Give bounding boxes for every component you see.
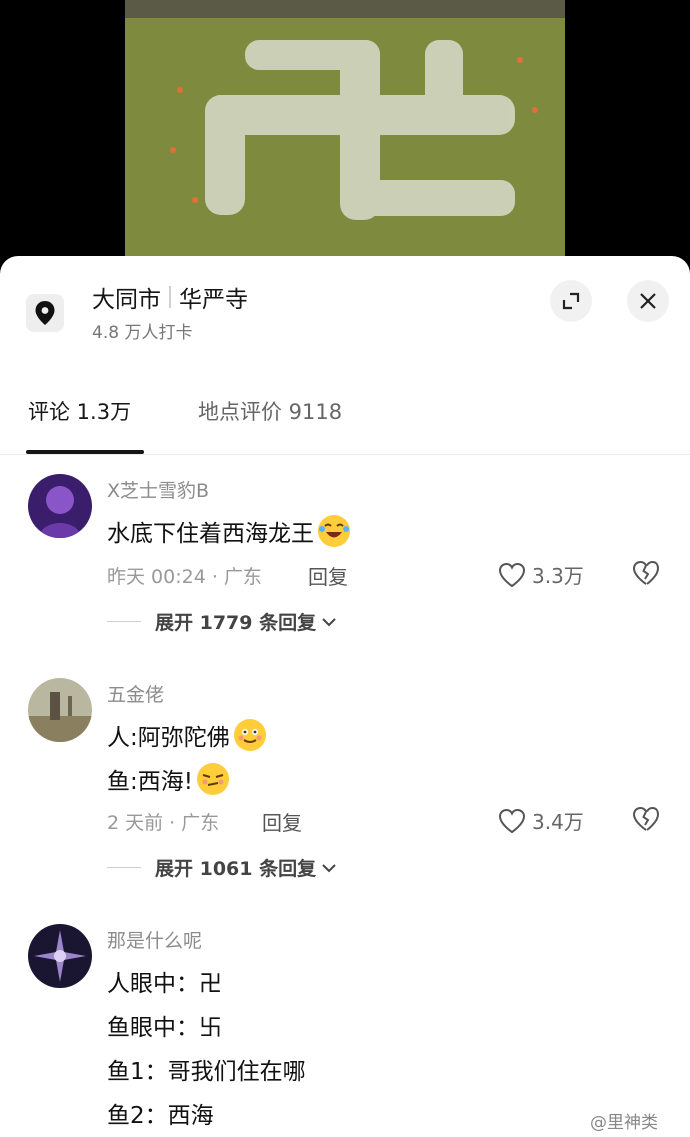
like-button[interactable]: 3.3万 [498, 560, 584, 589]
close-icon [640, 293, 656, 309]
tab-comments[interactable]: 评论 1.3万 [28, 396, 131, 426]
city-name: 大同市 [92, 287, 161, 313]
expand-replies-button[interactable]: 展开 1061 条回复 [107, 854, 338, 881]
tab-location-reviews[interactable]: 地点评价 9118 [198, 396, 342, 426]
dislike-button[interactable] [632, 560, 660, 590]
comment-text: 鱼眼中：卐 [107, 1015, 222, 1041]
comment-text: 鱼:西海! [107, 769, 193, 795]
comment-text-line: 鱼:西海! [107, 762, 229, 796]
expand-replies-button[interactable]: 展开 1779 条回复 [107, 608, 338, 635]
expand-divider [107, 621, 141, 622]
watermark: @里神类 [590, 1113, 658, 1133]
comment-text: 人眼中：卍 [107, 971, 222, 997]
comment-text-line: 人:阿弥陀佛 [107, 718, 266, 752]
like-count: 3.3万 [532, 564, 584, 588]
expand-divider [107, 867, 141, 868]
comment-text: 水底下住着西海龙王 [107, 521, 314, 547]
broken-heart-icon [632, 560, 660, 585]
pond-photo[interactable] [125, 0, 565, 262]
avatar[interactable] [28, 924, 92, 988]
smiling-emoji-icon [233, 719, 266, 751]
expand-button[interactable] [550, 280, 592, 322]
place-name: 华严寺 [179, 287, 248, 313]
dislike-button[interactable] [632, 806, 660, 836]
comment-username[interactable]: 那是什么呢 [107, 926, 202, 953]
broken-heart-icon [632, 806, 660, 831]
chevron-down-icon [322, 863, 336, 872]
expand-icon [562, 292, 580, 310]
location-sheet: 大同市 华严寺 4.8 万人打卡 评论 1.3万 地点评价 9118 X芝士雪豹… [0, 256, 690, 1137]
avatar[interactable] [28, 474, 92, 538]
smug-emoji-icon [196, 763, 229, 795]
laughing-tears-emoji-icon [318, 515, 350, 547]
comment-text: 鱼1：哥我们住在哪 [107, 1059, 306, 1085]
tab-divider [0, 454, 690, 455]
comment-username[interactable]: X芝士雪豹B [107, 476, 209, 503]
location-title[interactable]: 大同市 华严寺 [92, 280, 248, 314]
comment-username[interactable]: 五金佬 [107, 680, 164, 707]
comment-time-location: 昨天 00:24 · 广东 [107, 566, 262, 588]
photo-area [0, 0, 690, 270]
comment-text: 人:阿弥陀佛 [107, 725, 230, 751]
comment-text-line: 水底下住着西海龙王 [107, 514, 350, 548]
heart-icon [498, 562, 526, 587]
comment-time-location: 2 天前 · 广东 [107, 812, 220, 834]
avatar[interactable] [28, 678, 92, 742]
reply-button[interactable]: 回复 [262, 807, 302, 836]
reply-button[interactable]: 回复 [308, 561, 348, 590]
checkin-count: 4.8 万人打卡 [92, 323, 193, 343]
close-button[interactable] [627, 280, 669, 322]
chevron-down-icon [322, 617, 336, 626]
location-pin-icon [26, 294, 64, 332]
expand-replies-label: 展开 1779 条回复 [155, 612, 317, 634]
comment-text: 鱼2：西海 [107, 1103, 214, 1129]
like-count: 3.4万 [532, 810, 584, 834]
heart-icon [498, 808, 526, 833]
title-separator [169, 286, 171, 308]
like-button[interactable]: 3.4万 [498, 806, 584, 835]
expand-replies-label: 展开 1061 条回复 [155, 858, 317, 880]
